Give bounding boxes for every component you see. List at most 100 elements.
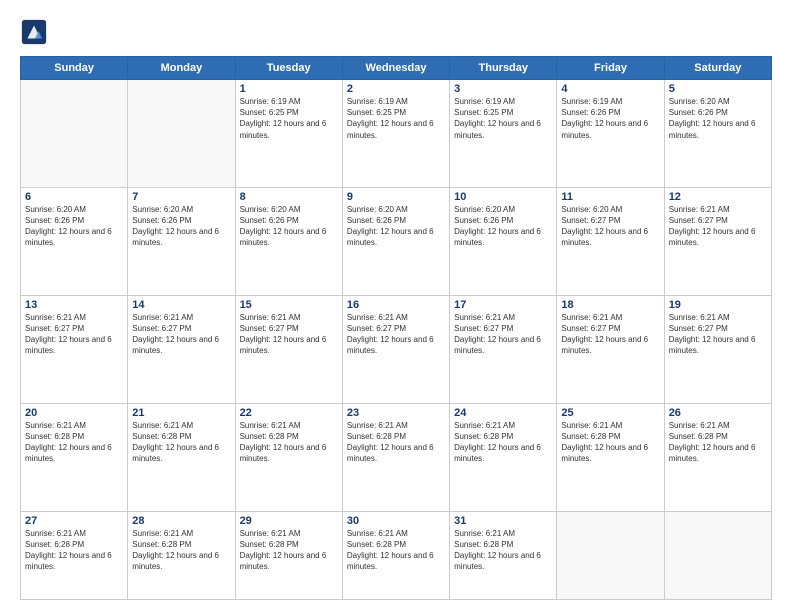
day-header-tuesday: Tuesday [235, 57, 342, 80]
calendar-cell: 21Sunrise: 6:21 AMSunset: 6:28 PMDayligh… [128, 403, 235, 511]
day-header-sunday: Sunday [21, 57, 128, 80]
day-number: 31 [454, 515, 552, 527]
day-info: Sunrise: 6:19 AMSunset: 6:26 PMDaylight:… [561, 96, 659, 141]
calendar-cell: 5Sunrise: 6:20 AMSunset: 6:26 PMDaylight… [664, 80, 771, 188]
day-number: 27 [25, 515, 123, 527]
day-info: Sunrise: 6:21 AMSunset: 6:28 PMDaylight:… [454, 528, 552, 573]
day-info: Sunrise: 6:21 AMSunset: 6:28 PMDaylight:… [347, 420, 445, 465]
day-number: 28 [132, 515, 230, 527]
calendar-cell [21, 80, 128, 188]
day-header-thursday: Thursday [450, 57, 557, 80]
calendar-cell: 8Sunrise: 6:20 AMSunset: 6:26 PMDaylight… [235, 187, 342, 295]
calendar-cell: 9Sunrise: 6:20 AMSunset: 6:26 PMDaylight… [342, 187, 449, 295]
day-info: Sunrise: 6:21 AMSunset: 6:28 PMDaylight:… [132, 528, 230, 573]
calendar-cell: 1Sunrise: 6:19 AMSunset: 6:25 PMDaylight… [235, 80, 342, 188]
day-number: 10 [454, 191, 552, 203]
day-number: 23 [347, 407, 445, 419]
day-info: Sunrise: 6:21 AMSunset: 6:27 PMDaylight:… [240, 312, 338, 357]
day-info: Sunrise: 6:19 AMSunset: 6:25 PMDaylight:… [454, 96, 552, 141]
day-info: Sunrise: 6:21 AMSunset: 6:27 PMDaylight:… [561, 312, 659, 357]
logo-icon [20, 18, 48, 46]
calendar-week-4: 20Sunrise: 6:21 AMSunset: 6:28 PMDayligh… [21, 403, 772, 511]
header [20, 18, 772, 46]
day-info: Sunrise: 6:21 AMSunset: 6:27 PMDaylight:… [669, 204, 767, 249]
day-info: Sunrise: 6:19 AMSunset: 6:25 PMDaylight:… [240, 96, 338, 141]
day-info: Sunrise: 6:21 AMSunset: 6:28 PMDaylight:… [454, 420, 552, 465]
calendar-header-row: SundayMondayTuesdayWednesdayThursdayFrid… [21, 57, 772, 80]
day-info: Sunrise: 6:21 AMSunset: 6:28 PMDaylight:… [240, 420, 338, 465]
page: SundayMondayTuesdayWednesdayThursdayFrid… [0, 0, 792, 612]
day-number: 22 [240, 407, 338, 419]
calendar-week-2: 6Sunrise: 6:20 AMSunset: 6:26 PMDaylight… [21, 187, 772, 295]
day-info: Sunrise: 6:20 AMSunset: 6:26 PMDaylight:… [454, 204, 552, 249]
calendar-cell: 10Sunrise: 6:20 AMSunset: 6:26 PMDayligh… [450, 187, 557, 295]
calendar-cell: 26Sunrise: 6:21 AMSunset: 6:28 PMDayligh… [664, 403, 771, 511]
day-number: 9 [347, 191, 445, 203]
day-number: 14 [132, 299, 230, 311]
calendar-cell: 11Sunrise: 6:20 AMSunset: 6:27 PMDayligh… [557, 187, 664, 295]
day-number: 18 [561, 299, 659, 311]
day-number: 30 [347, 515, 445, 527]
calendar-cell: 17Sunrise: 6:21 AMSunset: 6:27 PMDayligh… [450, 295, 557, 403]
calendar-cell: 19Sunrise: 6:21 AMSunset: 6:27 PMDayligh… [664, 295, 771, 403]
day-info: Sunrise: 6:21 AMSunset: 6:28 PMDaylight:… [669, 420, 767, 465]
day-info: Sunrise: 6:21 AMSunset: 6:28 PMDaylight:… [240, 528, 338, 573]
day-header-monday: Monday [128, 57, 235, 80]
day-number: 8 [240, 191, 338, 203]
calendar-cell: 28Sunrise: 6:21 AMSunset: 6:28 PMDayligh… [128, 511, 235, 599]
day-number: 16 [347, 299, 445, 311]
day-number: 6 [25, 191, 123, 203]
day-info: Sunrise: 6:21 AMSunset: 6:27 PMDaylight:… [25, 312, 123, 357]
day-info: Sunrise: 6:21 AMSunset: 6:28 PMDaylight:… [25, 420, 123, 465]
day-number: 7 [132, 191, 230, 203]
day-info: Sunrise: 6:20 AMSunset: 6:26 PMDaylight:… [669, 96, 767, 141]
calendar-week-1: 1Sunrise: 6:19 AMSunset: 6:25 PMDaylight… [21, 80, 772, 188]
calendar-cell [664, 511, 771, 599]
calendar-cell: 16Sunrise: 6:21 AMSunset: 6:27 PMDayligh… [342, 295, 449, 403]
calendar-cell: 23Sunrise: 6:21 AMSunset: 6:28 PMDayligh… [342, 403, 449, 511]
calendar-cell: 6Sunrise: 6:20 AMSunset: 6:26 PMDaylight… [21, 187, 128, 295]
calendar-week-3: 13Sunrise: 6:21 AMSunset: 6:27 PMDayligh… [21, 295, 772, 403]
day-number: 26 [669, 407, 767, 419]
calendar-cell: 20Sunrise: 6:21 AMSunset: 6:28 PMDayligh… [21, 403, 128, 511]
day-info: Sunrise: 6:20 AMSunset: 6:26 PMDaylight:… [347, 204, 445, 249]
day-header-wednesday: Wednesday [342, 57, 449, 80]
day-info: Sunrise: 6:21 AMSunset: 6:27 PMDaylight:… [669, 312, 767, 357]
calendar-cell: 31Sunrise: 6:21 AMSunset: 6:28 PMDayligh… [450, 511, 557, 599]
calendar-cell: 24Sunrise: 6:21 AMSunset: 6:28 PMDayligh… [450, 403, 557, 511]
day-number: 12 [669, 191, 767, 203]
logo [20, 18, 50, 46]
calendar-cell: 22Sunrise: 6:21 AMSunset: 6:28 PMDayligh… [235, 403, 342, 511]
calendar-cell [557, 511, 664, 599]
calendar-cell [128, 80, 235, 188]
day-info: Sunrise: 6:21 AMSunset: 6:27 PMDaylight:… [454, 312, 552, 357]
calendar-cell: 4Sunrise: 6:19 AMSunset: 6:26 PMDaylight… [557, 80, 664, 188]
day-info: Sunrise: 6:20 AMSunset: 6:26 PMDaylight:… [132, 204, 230, 249]
day-number: 5 [669, 83, 767, 95]
day-number: 2 [347, 83, 445, 95]
day-header-friday: Friday [557, 57, 664, 80]
day-number: 20 [25, 407, 123, 419]
day-info: Sunrise: 6:20 AMSunset: 6:26 PMDaylight:… [240, 204, 338, 249]
day-number: 4 [561, 83, 659, 95]
calendar-cell: 7Sunrise: 6:20 AMSunset: 6:26 PMDaylight… [128, 187, 235, 295]
day-number: 24 [454, 407, 552, 419]
day-info: Sunrise: 6:21 AMSunset: 6:28 PMDaylight:… [132, 420, 230, 465]
day-number: 13 [25, 299, 123, 311]
calendar-cell: 15Sunrise: 6:21 AMSunset: 6:27 PMDayligh… [235, 295, 342, 403]
day-number: 15 [240, 299, 338, 311]
calendar-cell: 25Sunrise: 6:21 AMSunset: 6:28 PMDayligh… [557, 403, 664, 511]
calendar-cell: 2Sunrise: 6:19 AMSunset: 6:25 PMDaylight… [342, 80, 449, 188]
day-number: 25 [561, 407, 659, 419]
calendar-week-5: 27Sunrise: 6:21 AMSunset: 6:28 PMDayligh… [21, 511, 772, 599]
day-info: Sunrise: 6:21 AMSunset: 6:28 PMDaylight:… [25, 528, 123, 573]
calendar-cell: 30Sunrise: 6:21 AMSunset: 6:28 PMDayligh… [342, 511, 449, 599]
day-info: Sunrise: 6:21 AMSunset: 6:27 PMDaylight:… [347, 312, 445, 357]
day-info: Sunrise: 6:20 AMSunset: 6:26 PMDaylight:… [25, 204, 123, 249]
day-number: 21 [132, 407, 230, 419]
calendar-body: 1Sunrise: 6:19 AMSunset: 6:25 PMDaylight… [21, 80, 772, 600]
calendar-cell: 18Sunrise: 6:21 AMSunset: 6:27 PMDayligh… [557, 295, 664, 403]
calendar-table: SundayMondayTuesdayWednesdayThursdayFrid… [20, 56, 772, 600]
calendar-cell: 3Sunrise: 6:19 AMSunset: 6:25 PMDaylight… [450, 80, 557, 188]
day-info: Sunrise: 6:20 AMSunset: 6:27 PMDaylight:… [561, 204, 659, 249]
